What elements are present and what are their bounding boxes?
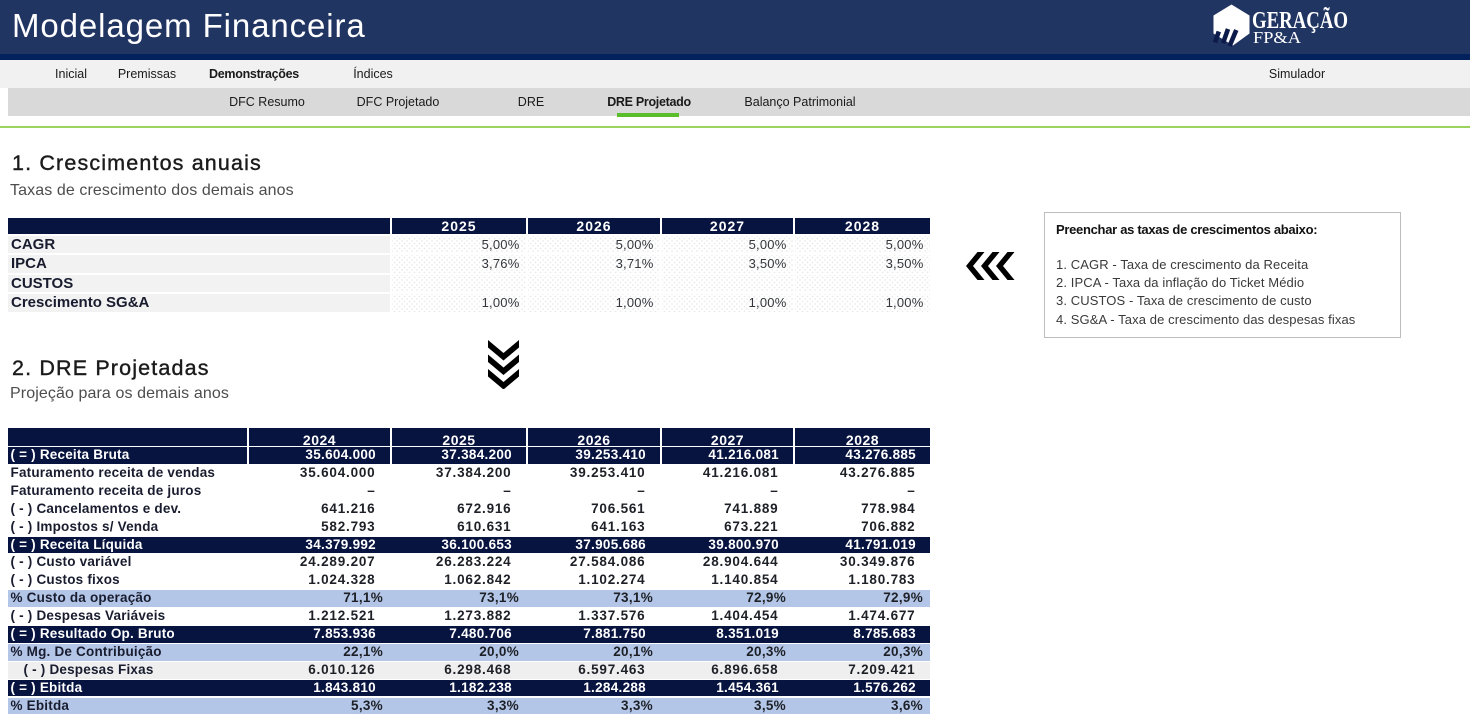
svg-text:FP&A: FP&A [1253,28,1302,47]
